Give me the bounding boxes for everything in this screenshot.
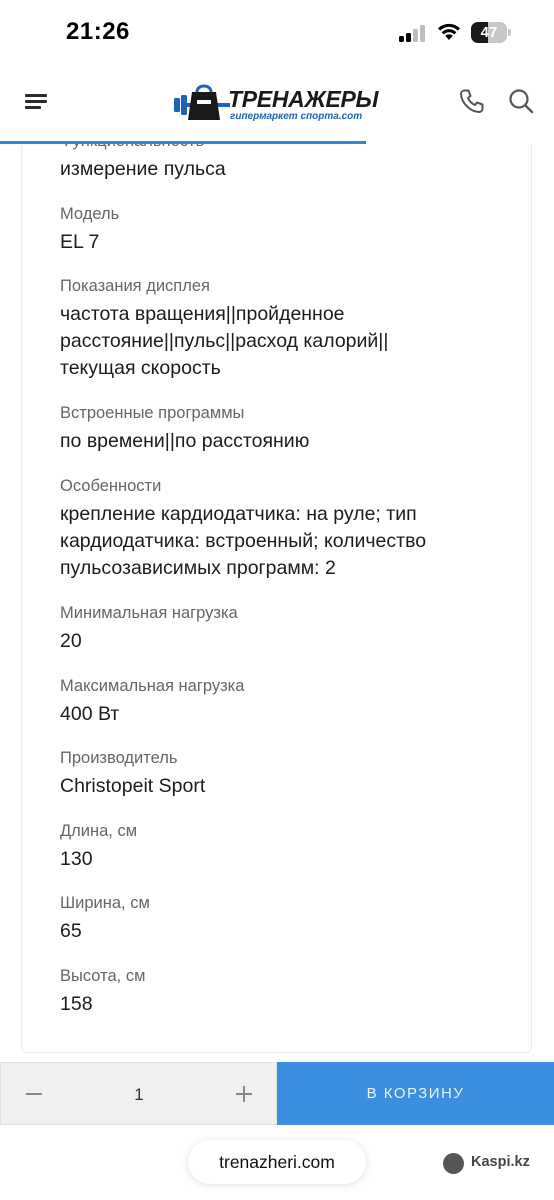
spec-value: 130 (60, 848, 93, 870)
spec-label: Высота, см (60, 967, 146, 985)
kaspi-logo-icon (443, 1153, 464, 1174)
specifications-card: Функциональностьизмерение пульсаМодельEL… (21, 100, 532, 1053)
quantity-input[interactable] (111, 1081, 167, 1109)
spec-label: Максимальная нагрузка (60, 677, 245, 695)
spec-label: Производитель (60, 749, 178, 767)
spec-item: Модель EL 7 (60, 203, 500, 256)
spec-value-line: пульсозависимых программ: 2 (60, 557, 336, 579)
quantity-stepper (0, 1062, 277, 1125)
spec-value: 65 (60, 920, 82, 942)
add-to-cart-bar: В КОРЗИНУ (0, 1062, 554, 1125)
status-time: 21:26 (66, 18, 130, 45)
browser-bottom-bar: trenazheri.com Kaspi.kz (0, 1125, 554, 1200)
site-logo[interactable]: ТРЕНАЖЕРЫ гипермаркет спорта.com (172, 78, 382, 128)
logo-subtitle: гипермаркет спорта.com (230, 111, 363, 122)
spec-item: Высота, см 158 (60, 965, 500, 1018)
spec-item: Минимальная нагрузка 20 (60, 602, 500, 655)
spec-item: Встроенные программы по времени||по расст… (60, 402, 500, 455)
spec-value: Christopeit Sport (60, 775, 206, 797)
spec-item: Производитель Christopeit Sport (60, 747, 500, 800)
spec-item: Особенности крепление кардиодатчика: на р… (60, 475, 500, 582)
wifi-icon (438, 23, 460, 40)
spec-value: 158 (60, 993, 93, 1015)
spec-value: EL 7 (60, 231, 100, 253)
logo-barbell-icon (174, 84, 230, 120)
spec-value: по времени||по расстоянию (60, 430, 310, 452)
spec-label: Показания дисплея (60, 277, 210, 295)
spec-value: 20 (60, 630, 82, 652)
battery-icon: 47 (471, 22, 511, 43)
spec-value: измерение пульса (60, 158, 226, 180)
add-to-cart-button[interactable]: В КОРЗИНУ (277, 1062, 554, 1125)
spec-item: Показания дисплея частота вращения||пройд… (60, 275, 500, 382)
minus-icon[interactable] (19, 1079, 49, 1109)
spec-value-line: крепление кардиодатчика: на руле; тип (60, 503, 417, 525)
spec-item: Ширина, см 65 (60, 892, 500, 945)
spec-label: Минимальная нагрузка (60, 604, 238, 622)
spec-item: Максимальная нагрузка 400 Вт (60, 675, 500, 728)
spec-label: Встроенные программы (60, 404, 245, 422)
spec-value-line: текущая скорость (60, 357, 221, 379)
url-bar[interactable]: trenazheri.com (188, 1140, 366, 1184)
search-icon[interactable] (507, 87, 535, 115)
logo-title: ТРЕНАЖЕРЫ (228, 86, 379, 112)
spec-label: Длина, см (60, 822, 138, 840)
spec-value-line: расстояние||пульс||расход калорий|| (60, 330, 389, 352)
plus-icon[interactable] (229, 1079, 259, 1109)
status-bar: 21:26 47 (0, 0, 554, 64)
site-header: ТРЕНАЖЕРЫ гипермаркет спорта.com (0, 64, 554, 144)
kaspi-watermark: Kaspi.kz (443, 1153, 543, 1175)
spec-label: Особенности (60, 477, 162, 495)
spec-label: Ширина, см (60, 894, 150, 912)
phone-icon[interactable] (458, 87, 486, 115)
spec-item: Длина, см 130 (60, 820, 500, 873)
battery-level: 47 (480, 24, 498, 41)
menu-icon[interactable] (25, 91, 49, 111)
kaspi-watermark-text: Kaspi.kz (471, 1154, 530, 1170)
cellular-signal-icon (399, 24, 429, 42)
spec-value-line: кардиодатчика: встроенный; количество (60, 530, 427, 552)
spec-label: Модель (60, 205, 120, 223)
spec-value: 400 Вт (60, 703, 120, 725)
scroll-progress-bar (0, 141, 366, 144)
spec-value-line: частота вращения||пройденное (60, 303, 345, 325)
